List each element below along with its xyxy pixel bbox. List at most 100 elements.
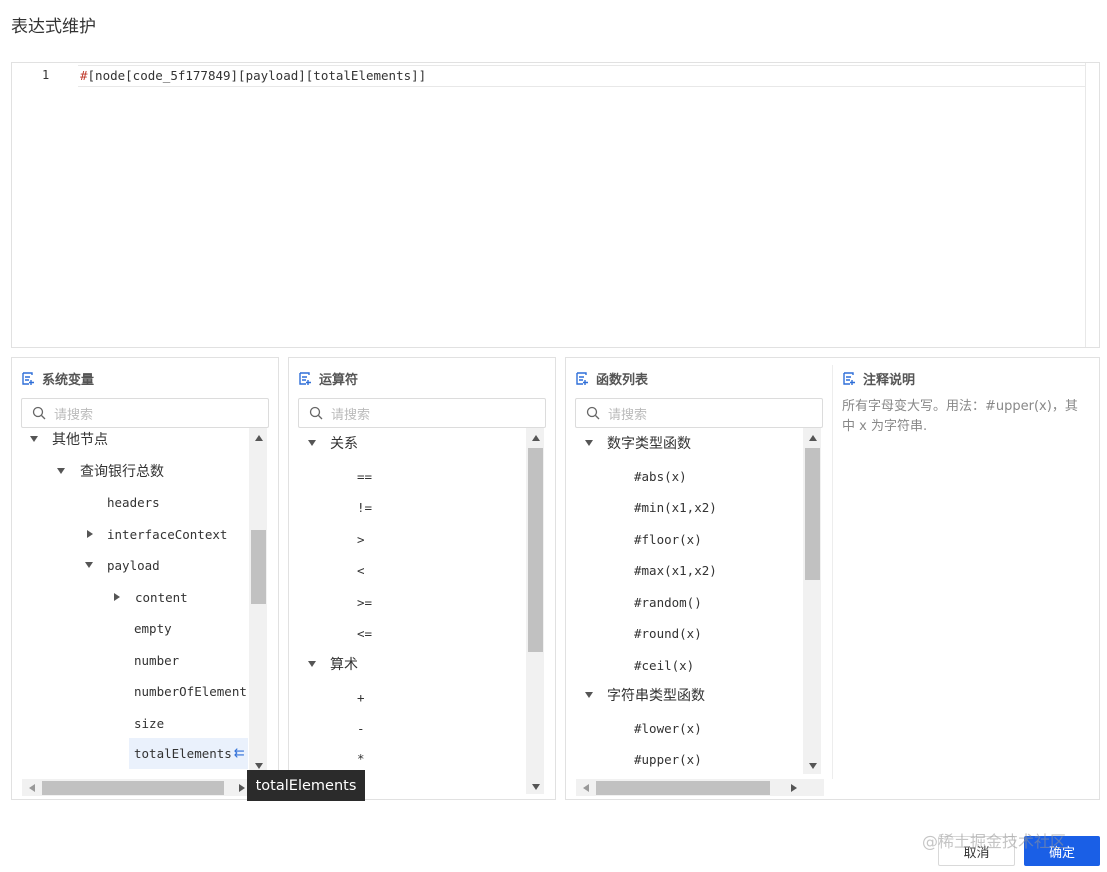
- function-item[interactable]: #ceil(x): [634, 654, 694, 676]
- code-hash: #: [80, 68, 88, 83]
- tree-node-number-functions[interactable]: 数字类型函数: [585, 432, 691, 454]
- tree-node-content[interactable]: content: [114, 586, 188, 608]
- function-item[interactable]: #min(x1,x2): [634, 496, 717, 518]
- caret-down-icon[interactable]: [585, 692, 593, 698]
- caret-down-icon[interactable]: [308, 661, 316, 667]
- notes-line-2: 中 x 为字符串.: [842, 419, 928, 434]
- tree-node-string-functions[interactable]: 字符串类型函数: [585, 684, 705, 706]
- function-item[interactable]: #round(x): [634, 622, 702, 644]
- scroll-up-icon[interactable]: [805, 430, 821, 446]
- page-title: 表达式维护: [11, 17, 96, 37]
- expression-editor[interactable]: 1 #[node[code_5f177849][payload][totalEl…: [11, 62, 1100, 348]
- operator-item[interactable]: <: [357, 559, 365, 581]
- function-item[interactable]: #random(): [634, 591, 702, 613]
- hscroll-thumb[interactable]: [42, 781, 224, 795]
- list-add-icon: [22, 371, 34, 385]
- tooltip: totalElements: [247, 770, 365, 801]
- search-icon: [32, 406, 46, 420]
- variables-search-input[interactable]: 请搜索: [21, 398, 269, 428]
- scroll-left-icon[interactable]: [578, 780, 594, 796]
- tree-leaf-number-of-elements[interactable]: numberOfElements: [134, 680, 248, 702]
- tree-leaf-number[interactable]: number: [134, 649, 179, 671]
- operators-search-input[interactable]: 请搜索: [298, 398, 546, 428]
- hscroll-thumb[interactable]: [596, 781, 770, 795]
- notes-line-1: 所有字母变大写。用法：#upper(x)，其: [842, 399, 1078, 414]
- notes-description: 所有字母变大写。用法：#upper(x)，其 中 x 为字符串.: [842, 397, 1092, 437]
- notes-header: 注释说明: [843, 370, 916, 388]
- search-placeholder: 请搜索: [331, 407, 371, 423]
- tree-node-relation[interactable]: 关系: [308, 432, 358, 454]
- operators-tree: 关系 == != > < >= <= 算术 + - *: [289, 428, 525, 778]
- caret-right-icon[interactable]: [87, 530, 93, 538]
- caret-right-icon[interactable]: [114, 593, 120, 601]
- operator-item[interactable]: >: [357, 528, 365, 550]
- editor-scrollbar[interactable]: [1085, 63, 1099, 347]
- insert-icon[interactable]: ⇇: [234, 746, 245, 761]
- search-placeholder: 请搜索: [608, 407, 648, 423]
- variables-vscrollbar[interactable]: [249, 428, 267, 774]
- list-add-icon: [576, 371, 588, 385]
- operator-item[interactable]: !=: [357, 496, 372, 518]
- tree-node-interface-context[interactable]: interfaceContext: [87, 523, 227, 545]
- caret-down-icon[interactable]: [308, 440, 316, 446]
- tree-node-query-bank-total[interactable]: 查询银行总数: [57, 460, 164, 482]
- list-add-icon: [843, 371, 855, 385]
- operators-vscrollbar[interactable]: [526, 428, 544, 794]
- operators-panel: 运算符 请搜索 关系 == != > < >= <= 算术 + - *: [288, 357, 556, 800]
- operator-item[interactable]: <=: [357, 622, 372, 644]
- notes-divider: [832, 365, 833, 779]
- operators-title: 运算符: [319, 372, 359, 388]
- scroll-up-icon[interactable]: [528, 430, 544, 446]
- tree-leaf-headers[interactable]: headers: [107, 491, 160, 513]
- tree-node-other-nodes[interactable]: 其他节点: [30, 428, 108, 450]
- variables-hscrollbar[interactable]: [22, 779, 248, 796]
- search-icon: [309, 406, 323, 420]
- scroll-thumb[interactable]: [528, 448, 543, 652]
- tree-leaf-empty[interactable]: empty: [134, 617, 172, 639]
- operator-item[interactable]: ==: [357, 465, 372, 487]
- tree-node-arithmetic[interactable]: 算术: [308, 653, 358, 675]
- scroll-left-icon[interactable]: [24, 780, 40, 796]
- variables-header: 系统变量: [22, 370, 94, 388]
- code-text: [node[code_5f177849][payload][totalEleme…: [87, 68, 427, 83]
- notes-title: 注释说明: [863, 372, 916, 388]
- scroll-right-icon[interactable]: [786, 780, 802, 796]
- editor-gutter: 1: [12, 63, 78, 347]
- code-line[interactable]: #[node[code_5f177849][payload][totalElem…: [80, 68, 426, 83]
- operators-header: 运算符: [299, 370, 359, 388]
- caret-down-icon[interactable]: [85, 562, 93, 568]
- list-add-icon: [299, 371, 311, 385]
- scroll-down-icon[interactable]: [528, 779, 544, 795]
- functions-tree: 数字类型函数 #abs(x) #min(x1,x2) #floor(x) #ma…: [566, 428, 802, 778]
- function-item[interactable]: #abs(x): [634, 465, 687, 487]
- function-item[interactable]: #floor(x): [634, 528, 702, 550]
- functions-search-input[interactable]: 请搜索: [575, 398, 823, 428]
- function-item[interactable]: #max(x1,x2): [634, 559, 717, 581]
- operator-item[interactable]: +: [357, 686, 365, 708]
- variables-tree: 其他节点 查询银行总数 headers interfaceContext pay…: [12, 428, 248, 778]
- line-number: 1: [42, 68, 50, 82]
- functions-header: 函数列表: [576, 370, 649, 388]
- caret-down-icon[interactable]: [585, 440, 593, 446]
- functions-title: 函数列表: [596, 372, 649, 388]
- watermark: @稀土掘金技术社区: [922, 832, 1067, 851]
- scroll-down-icon[interactable]: [805, 758, 821, 774]
- tree-leaf-size[interactable]: size: [134, 712, 164, 734]
- function-item[interactable]: #lower(x): [634, 717, 702, 739]
- functions-vscrollbar[interactable]: [803, 428, 821, 774]
- caret-down-icon[interactable]: [30, 436, 38, 442]
- caret-down-icon[interactable]: [57, 468, 65, 474]
- function-item[interactable]: #upper(x): [634, 748, 702, 770]
- search-icon: [586, 406, 600, 420]
- tree-node-payload[interactable]: payload: [85, 554, 160, 576]
- functions-hscrollbar[interactable]: [576, 779, 824, 796]
- operator-item[interactable]: -: [357, 717, 365, 739]
- variables-panel: 系统变量 请搜索 其他节点 查询银行总数 headers interfaceCo…: [11, 357, 279, 800]
- operator-item[interactable]: *: [357, 747, 365, 769]
- scroll-thumb[interactable]: [251, 530, 266, 604]
- search-placeholder: 请搜索: [54, 407, 94, 423]
- tree-leaf-total-elements[interactable]: totalElements ⇇: [129, 738, 248, 769]
- operator-item[interactable]: >=: [357, 591, 372, 613]
- scroll-up-icon[interactable]: [251, 430, 267, 446]
- scroll-thumb[interactable]: [805, 448, 820, 580]
